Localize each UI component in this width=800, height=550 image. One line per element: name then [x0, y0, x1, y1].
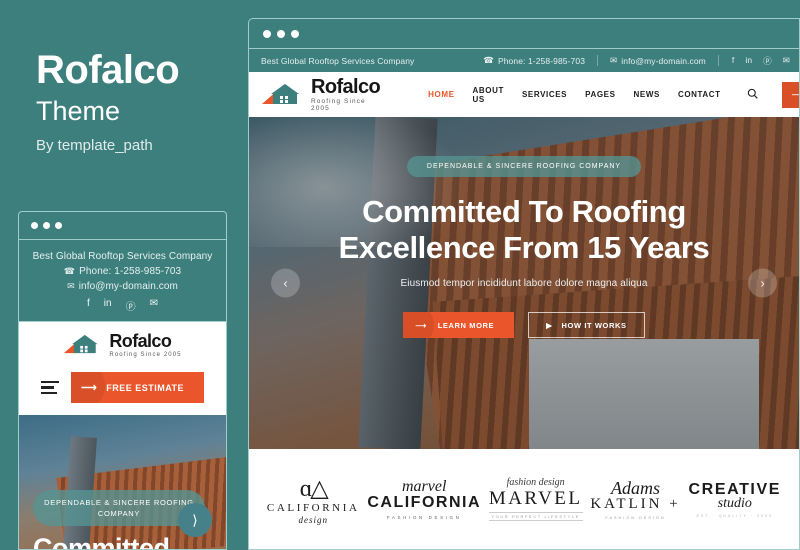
- mobile-hero-heading: Committed: [33, 533, 170, 550]
- mobile-phone[interactable]: ☎ Phone: 1-258-985-703: [25, 264, 220, 279]
- client-logo-marvel: fashion design MARVEL YOUR PERFECT LIFES…: [488, 477, 583, 521]
- topbar-slogan: Best Global Rooftop Services Company: [261, 55, 415, 66]
- learn-more-label: LEARN MORE: [437, 320, 495, 330]
- site-topbar: Best Global Rooftop Services Company ☎ P…: [249, 49, 799, 72]
- client-logo-name: CALIFORNIA: [266, 501, 360, 514]
- hero-slider: DEPENDABLE & SINCERE ROOFING COMPANY Com…: [249, 117, 799, 449]
- chevron-left-icon[interactable]: ‹: [271, 268, 300, 298]
- topbar-phone[interactable]: ☎ Phone: 1-258-985-703: [471, 55, 597, 66]
- client-logo-name: KATLIN +: [590, 496, 681, 512]
- client-logo-adams-katlin: Adams KATLIN + FASHION DESIGN: [590, 478, 680, 520]
- client-logo-marvel-california: marvel CALIFORNIA FASHION DESIGN: [367, 478, 481, 520]
- hero-subtext: Eiusmod tempor incididunt labore dolore …: [400, 278, 648, 289]
- client-logo-california-design: ɑ△ CALIFORNIA design: [267, 474, 360, 525]
- promo-author: By template_path: [36, 137, 153, 154]
- twitter-icon[interactable]: ✉: [783, 55, 790, 67]
- mobile-slogan: Best Global Rooftop Services Company: [32, 251, 213, 262]
- phone-icon: ☎: [483, 55, 494, 65]
- desktop-preview-window: Best Global Rooftop Services Company ☎ P…: [248, 18, 800, 550]
- arrow-right-icon: ⟶: [80, 382, 98, 394]
- play-icon: ▶: [546, 320, 553, 330]
- arrow-up-icon[interactable]: ⟩: [178, 503, 212, 537]
- client-logo-name: CALIFORNIA: [367, 494, 481, 511]
- main-navigation: HOME ABOUT US SERVICES PAGES NEWS CONTAC…: [428, 86, 721, 104]
- mobile-window-controls: [19, 212, 226, 240]
- mobile-free-estimate-button[interactable]: ⟶ FREE ESTIMATE: [70, 372, 205, 403]
- mobile-hero: DEPENDABLE & SINCERE ROOFING COMPANY Com…: [19, 415, 226, 550]
- hamburger-menu-icon[interactable]: [40, 380, 59, 395]
- hero-heading: Committed To Roofing Excellence From 15 …: [249, 194, 799, 266]
- browser-window-controls: [249, 19, 799, 49]
- hero-badge: DEPENDABLE & SINCERE ROOFING COMPANY: [406, 156, 642, 177]
- linkedin-icon[interactable]: in: [104, 298, 112, 313]
- nav-item-news[interactable]: NEWS: [634, 90, 660, 99]
- rofalco-logo-icon: [261, 82, 305, 108]
- phone-icon: ☎: [63, 266, 76, 276]
- promo-subtitle: Theme: [36, 96, 121, 126]
- mobile-preview-window: Best Global Rooftop Services Company ☎ Ph…: [18, 211, 227, 550]
- window-dot-red[interactable]: [263, 29, 271, 38]
- mobile-social-links: f in ⓟ ✉: [25, 298, 220, 313]
- learn-more-button[interactable]: ⟶ LEARN MORE: [403, 312, 515, 338]
- topbar-email-label: info@my-domain.com: [621, 55, 706, 66]
- mobile-email-label: info@my-domain.com: [78, 281, 178, 292]
- nav-item-pages[interactable]: PAGES: [585, 90, 615, 99]
- linkedin-icon[interactable]: in: [745, 55, 752, 67]
- mobile-cta-label: FREE ESTIMATE: [106, 382, 185, 393]
- nav-item-contact[interactable]: CONTACT: [678, 90, 721, 99]
- rofalco-logo-icon: [63, 333, 103, 357]
- window-dot-green[interactable]: [55, 222, 62, 229]
- envelope-icon: ✉: [610, 55, 618, 65]
- arrow-right-icon: ⟶: [792, 90, 799, 99]
- client-logo-sub: FASHION DESIGN: [605, 516, 666, 520]
- client-logo-symbol: ɑ△: [299, 475, 329, 502]
- twitter-icon[interactable]: ✉: [150, 298, 158, 313]
- site-logo-name: Rofalco: [311, 76, 381, 98]
- site-logo-tagline: Roofing Since 2005: [311, 98, 366, 112]
- window-dot-red[interactable]: [31, 222, 38, 229]
- client-logo-sub: design: [298, 514, 328, 525]
- hero-heading-line2: Excellence From 15 Years: [338, 230, 710, 265]
- site-logo[interactable]: Rofalco Roofing Since 2005: [261, 76, 381, 112]
- facebook-icon[interactable]: f: [732, 55, 734, 67]
- how-it-works-label: HOW IT WORKS: [561, 320, 627, 330]
- window-dot-green[interactable]: [291, 29, 299, 38]
- nav-item-services[interactable]: SERVICES: [522, 90, 567, 99]
- window-dot-yellow[interactable]: [43, 222, 50, 229]
- site-header: Rofalco Roofing Since 2005 HOME ABOUT US…: [249, 72, 799, 117]
- client-logo-creative-studio: CREATIVE studio EST · QUALITY · 2005: [689, 481, 782, 518]
- nav-item-home[interactable]: HOME: [428, 90, 454, 99]
- window-dot-yellow[interactable]: [277, 29, 285, 38]
- mobile-phone-label: Phone: 1-258-985-703: [79, 266, 182, 277]
- client-logos-section: ɑ△ CALIFORNIA design marvel CALIFORNIA F…: [249, 449, 799, 549]
- how-it-works-button[interactable]: ▶ HOW IT WORKS: [528, 312, 645, 338]
- nav-item-about-us[interactable]: ABOUT US: [473, 86, 504, 104]
- mobile-hero-badge-line2: COMPANY: [97, 509, 141, 518]
- pinterest-icon[interactable]: ⓟ: [763, 55, 772, 67]
- mobile-hero-badge-line1: DEPENDABLE & SINCERE ROOFING: [44, 498, 194, 507]
- header-free-estimate-button[interactable]: ⟶ FREE ESTIMATE: [781, 81, 799, 108]
- client-logo-script: fashion design: [506, 477, 565, 488]
- client-logo-sub: YOUR PERFECT LIFESTYLE: [488, 512, 583, 521]
- client-logo-sub: FASHION DESIGN: [386, 515, 462, 520]
- search-icon[interactable]: [747, 88, 758, 102]
- mobile-email[interactable]: ✉ info@my-domain.com: [25, 279, 220, 294]
- envelope-icon: ✉: [67, 281, 75, 291]
- mobile-topbar: Best Global Rooftop Services Company ☎ Ph…: [19, 240, 226, 321]
- mobile-logo[interactable]: Rofalco Roofing Since 2005: [63, 332, 181, 358]
- client-logo-name: MARVEL: [488, 488, 583, 509]
- facebook-icon[interactable]: f: [87, 298, 90, 313]
- topbar-phone-label: Phone: 1-258-985-703: [497, 55, 586, 66]
- arrow-right-icon: ⟶: [415, 320, 427, 330]
- mobile-header: Rofalco Roofing Since 2005 ⟶ FREE ESTIMA…: [19, 321, 226, 415]
- promo-title: Rofalco: [36, 48, 180, 92]
- mobile-logo-tagline: Roofing Since 2005: [109, 352, 182, 358]
- chevron-right-icon[interactable]: ›: [748, 268, 777, 298]
- pinterest-icon[interactable]: ⓟ: [126, 298, 136, 313]
- hero-heading-line1: Committed To Roofing: [362, 194, 686, 229]
- client-logo-sub: EST · QUALITY · 2005: [696, 513, 774, 518]
- mobile-logo-name: Rofalco: [109, 331, 172, 351]
- topbar-email[interactable]: ✉ info@my-domain.com: [598, 55, 718, 66]
